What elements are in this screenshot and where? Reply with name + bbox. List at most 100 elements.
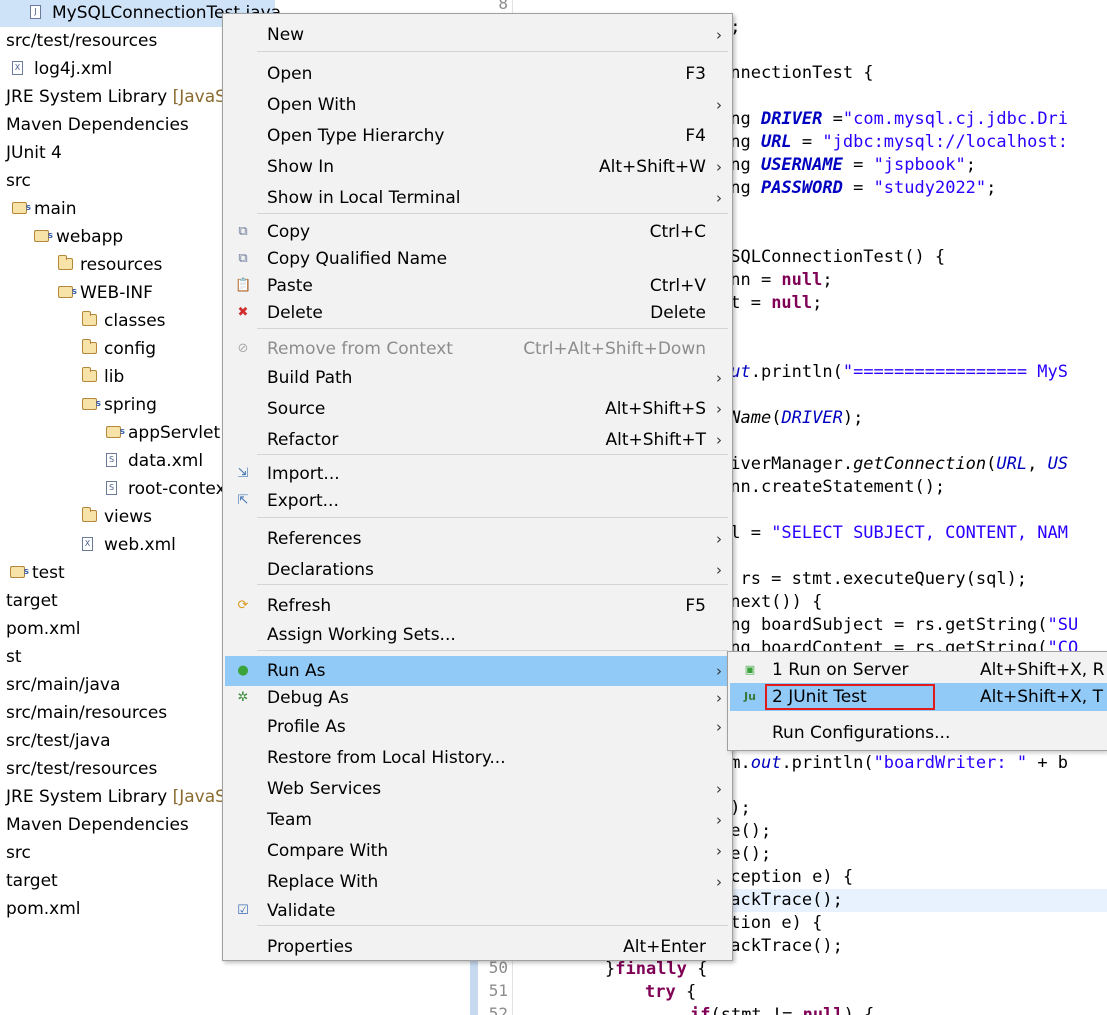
run-as-submenu: ▣ 1 Run on Server Alt+Shift+X, R Ju 2 JUnit … [727, 651, 1107, 751]
chevron-right-icon: › [716, 530, 722, 548]
menu-item-declarations[interactable]: Declarations › [225, 555, 730, 585]
tree-item-name: src/test/resources [6, 759, 158, 779]
menu-item-new[interactable]: New › [225, 20, 730, 50]
menu-item-open-with[interactable]: Open With › [225, 90, 730, 120]
tree-item-label: src/test/resources [6, 755, 157, 783]
refresh-icon: ⟳ [237, 598, 249, 613]
code-line[interactable]: tackTrace(); [720, 935, 843, 958]
code-line[interactable]: ing PASSWORD = "study2022"; [720, 177, 996, 200]
menu-item-refactor[interactable]: Refactor Alt+Shift+T › [225, 425, 730, 455]
menu-item-show-in-local-terminal[interactable]: Show in Local Terminal › [225, 183, 730, 213]
menu-item-replace-with[interactable]: Replace With › [225, 867, 730, 897]
menu-separator [257, 213, 728, 214]
menu-item-debug-as[interactable]: ✲ Debug As › [225, 683, 730, 713]
code-token: null [781, 270, 823, 290]
menu-item-import[interactable]: ⇲ Import... [225, 461, 730, 488]
context-menu: New › Open F3 Open With › Open Type Hierarchy F… [222, 13, 733, 961]
menu-item-copy[interactable]: ⧉ Copy Ctrl+C [225, 219, 730, 246]
menu-item-web-services[interactable]: Web Services › [225, 774, 730, 804]
tree-item-label: config [104, 335, 156, 363]
tree-item-name: st [6, 647, 22, 667]
menu-item-run-as[interactable]: ● Run As › [225, 656, 730, 686]
code-line[interactable]: ql = "SELECT SUBJECT, CONTENT, NAM [720, 522, 1068, 545]
menu-item-label: Export... [267, 491, 339, 511]
menu-item-open-type-hierarchy[interactable]: Open Type Hierarchy F4 [225, 121, 730, 151]
menu-item-remove-from-context: ⊘ Remove from Context Ctrl+Alt+Shift+Down [225, 334, 730, 364]
menu-item-label: Assign Working Sets... [267, 625, 456, 645]
code-token: "================= MyS [842, 362, 1069, 382]
code-line[interactable]: onnectionTest { [720, 62, 874, 85]
menu-item-properties[interactable]: Properties Alt+Enter [225, 932, 730, 962]
menu-item-compare-with[interactable]: Compare With › [225, 836, 730, 866]
submenu-item-2-junit-test[interactable]: Ju 2 JUnit Test Alt+Shift+X, T [730, 683, 1107, 711]
chevron-right-icon: › [716, 662, 722, 680]
menu-item-references[interactable]: References › [225, 524, 730, 554]
tree-item-name: main [34, 199, 77, 219]
xml-file-icon: X [82, 537, 93, 551]
code-token: null [802, 1005, 844, 1015]
copy-icon: ⧉ [238, 224, 248, 239]
code-line[interactable]: try { [645, 981, 696, 1004]
junit-icon: Ju [744, 690, 756, 703]
line-number: 51 [488, 981, 508, 1000]
tree-item-name: src/main/resources [6, 703, 168, 723]
code-token: .println( [781, 753, 874, 773]
menu-item-open[interactable]: Open F3 [225, 59, 730, 89]
menu-item-label: Paste [267, 276, 313, 296]
code-line[interactable]: tackTrace(); [720, 889, 1107, 912]
tree-item-name: web.xml [104, 535, 176, 555]
code-line[interactable]: out.println("================= MyS [720, 361, 1068, 384]
menu-item-team[interactable]: Team › [225, 805, 730, 835]
code-line[interactable]: riverManager.getConnection(URL, US [720, 453, 1068, 476]
code-line[interactable]: t rs = stmt.executeQuery(sql); [720, 568, 1027, 591]
submenu-item-shortcut: Alt+Shift+X, R [980, 660, 1105, 680]
code-token: "study2022" [873, 178, 987, 198]
code-token: null [771, 293, 813, 313]
submenu-item-1-run-on-server[interactable]: ▣ 1 Run on Server Alt+Shift+X, R [730, 656, 1107, 684]
submenu-item-run-configurations[interactable]: Run Configurations... [730, 719, 1107, 747]
package-folder-icon [82, 390, 101, 418]
run-icon: ● [237, 663, 249, 678]
code-line[interactable]: ing boardSubject = rs.getString("SU [720, 614, 1078, 637]
menu-item-label: Web Services [267, 779, 382, 799]
menu-item-label: Declarations [267, 560, 374, 580]
code-line[interactable]: xception e) { [720, 866, 853, 889]
tree-item-name: src [6, 843, 31, 863]
code-line[interactable]: if(stmt != null) { [690, 1004, 874, 1015]
menu-separator [257, 517, 728, 518]
menu-item-delete[interactable]: ✖ Delete Delete [225, 300, 730, 327]
code-line[interactable]: ySQLConnectionTest() { [720, 246, 945, 269]
chevron-right-icon: › [716, 158, 722, 176]
code-line[interactable]: ing DRIVER ="com.mysql.cj.jdbc.Dri [720, 108, 1068, 131]
code-line[interactable]: onn.createStatement(); [720, 476, 945, 499]
code-line[interactable]: onn = null; [720, 269, 833, 292]
menu-item-refresh[interactable]: ⟳ Refresh F5 [225, 591, 730, 621]
code-line[interactable]: ing USERNAME = "jspbook"; [720, 154, 976, 177]
code-line[interactable]: .next()) { [720, 591, 822, 614]
tree-item-name: appServlet [128, 423, 221, 443]
code-line[interactable]: ing URL = "jdbc:mysql://localhost: [720, 131, 1068, 154]
menu-item-validate[interactable]: ☑ Validate [225, 896, 730, 926]
menu-item-shortcut: F4 [685, 126, 706, 146]
menu-item-assign-working-sets[interactable]: Assign Working Sets... [225, 620, 730, 650]
code-token: ) { [843, 1005, 875, 1015]
code-line[interactable]: rName(DRIVER); [720, 407, 863, 430]
menu-item-label: Compare With [267, 841, 389, 861]
menu-item-paste[interactable]: 📋 Paste Ctrl+V [225, 273, 730, 300]
code-line[interactable]: ption e) { [720, 912, 822, 935]
menu-item-copy-qualified-name[interactable]: ⧉ Copy Qualified Name [225, 246, 730, 273]
menu-item-export[interactable]: ⇱ Export... [225, 488, 730, 515]
menu-item-restore-from-local-history[interactable]: Restore from Local History... [225, 743, 730, 773]
spring-xml-icon: S [106, 481, 117, 495]
tree-item-name: lib [104, 367, 125, 387]
code-token: (stmt != [710, 1005, 803, 1015]
menu-item-source[interactable]: Source Alt+Shift+S › [225, 394, 730, 424]
tree-item-name: Maven Dependencies [6, 115, 189, 135]
code-line[interactable]: em.out.println("boardWriter: " + b [720, 752, 1068, 775]
menu-item-label: New [267, 25, 305, 45]
menu-item-label: Refresh [267, 596, 332, 616]
menu-item-build-path[interactable]: Build Path › [225, 363, 730, 393]
code-line[interactable]: mt = null; [720, 292, 822, 315]
menu-item-profile-as[interactable]: Profile As › [225, 712, 730, 742]
menu-item-show-in[interactable]: Show In Alt+Shift+W › [225, 152, 730, 182]
